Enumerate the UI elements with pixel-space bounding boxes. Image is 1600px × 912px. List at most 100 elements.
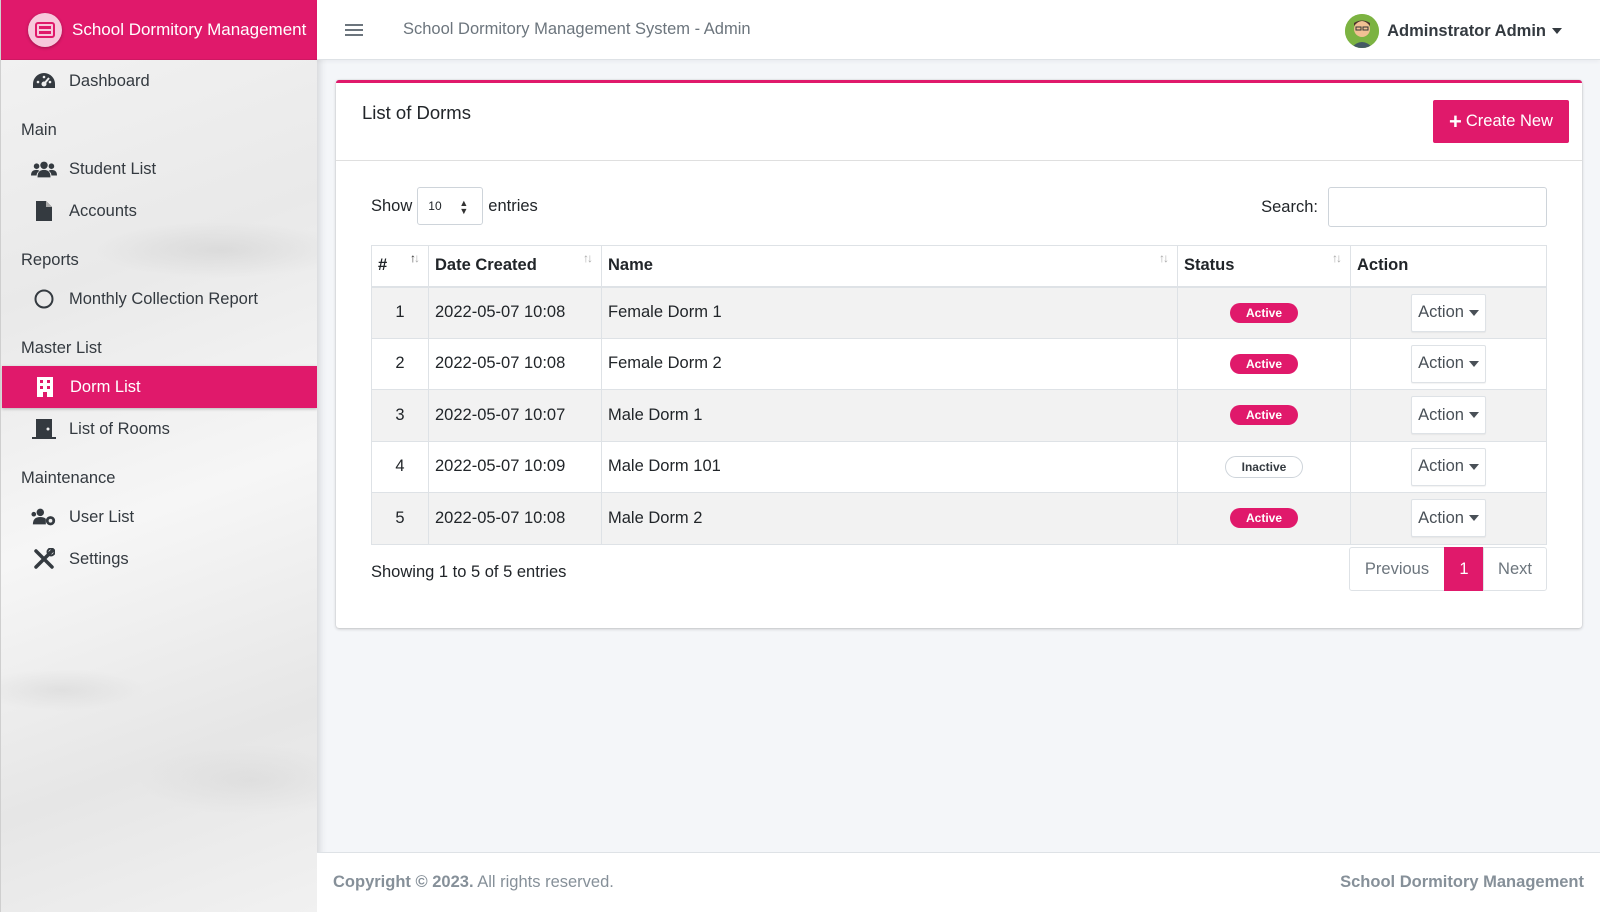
pagination: Previous 1 Next — [1349, 547, 1547, 591]
tools-icon — [31, 548, 57, 570]
cell-date: 2022-05-07 10:07 — [428, 389, 602, 442]
sidebar-nav: Dashboard Main Student List Accounts Rep… — [1, 60, 317, 580]
action-dropdown-button[interactable]: Action — [1411, 293, 1486, 332]
cell-number: 5 — [371, 492, 429, 545]
cell-date: 2022-05-07 10:08 — [428, 492, 602, 545]
user-menu[interactable]: Adminstrator Admin — [1345, 14, 1562, 48]
create-new-button[interactable]: + Create New — [1433, 100, 1569, 143]
plus-icon: + — [1449, 108, 1462, 134]
column-header-action: Action — [1350, 245, 1547, 288]
users-icon — [31, 158, 57, 180]
nav-section-master: Master List — [21, 339, 102, 357]
sort-icon: ↑↓ — [410, 251, 420, 265]
sidebar: School Dormitory Management Dashboard Ma… — [0, 0, 317, 912]
nav-section-reports: Reports — [21, 251, 79, 269]
page-title: School Dormitory Management System - Adm… — [403, 20, 751, 38]
sidebar-item-label: Student List — [69, 159, 157, 178]
sidebar-item-user-list[interactable]: User List — [1, 496, 317, 538]
users-cog-icon — [31, 506, 57, 528]
table-row: 3 2022-05-07 10:07 Male Dorm 1 Active Ac… — [371, 389, 1547, 442]
status-badge: Active — [1229, 302, 1299, 323]
sort-icon: ↑↓ — [1332, 251, 1342, 265]
brand-link[interactable]: School Dormitory Management — [1, 0, 317, 60]
table-row: 1 2022-05-07 10:08 Female Dorm 1 Active … — [371, 286, 1547, 339]
pagination-next[interactable]: Next — [1483, 547, 1547, 591]
sidebar-item-dorm-list[interactable]: Dorm List — [2, 366, 317, 408]
user-name: Adminstrator Admin — [1387, 21, 1546, 40]
sort-arrows-icon: ▲ ▼ — [459, 198, 469, 216]
brand-title: School Dormitory Management — [72, 19, 307, 39]
pagination-previous[interactable]: Previous — [1349, 547, 1445, 591]
sidebar-item-student-list[interactable]: Student List — [1, 148, 317, 190]
sidebar-item-label: Dashboard — [69, 71, 150, 90]
nav-section-main: Main — [21, 121, 57, 139]
sidebar-item-label: Dorm List — [70, 377, 141, 396]
sidebar-item-label: Settings — [69, 549, 129, 568]
column-header-date-created[interactable]: Date Created ↑↓ — [428, 245, 602, 288]
avatar — [1345, 14, 1380, 48]
cell-action: Action — [1350, 389, 1547, 442]
action-dropdown-button[interactable]: Action — [1411, 396, 1486, 435]
chevron-down-icon — [1468, 412, 1479, 419]
dormitory-logo-icon — [28, 12, 62, 47]
sidebar-item-dashboard[interactable]: Dashboard — [1, 60, 317, 102]
chevron-down-icon — [1468, 515, 1479, 522]
cell-name: Male Dorm 101 — [601, 440, 1178, 493]
cell-status: Inactive — [1177, 440, 1351, 493]
column-header-status[interactable]: Status ↑↓ — [1177, 245, 1351, 288]
cell-number: 3 — [371, 389, 429, 442]
column-header-name[interactable]: Name ↑↓ — [601, 245, 1178, 288]
action-dropdown-button[interactable]: Action — [1411, 447, 1486, 486]
sidebar-item-monthly-report[interactable]: Monthly Collection Report — [1, 278, 317, 320]
sidebar-item-list-of-rooms[interactable]: List of Rooms — [1, 408, 317, 450]
column-header-number[interactable]: # ↑↓ — [371, 245, 429, 288]
sort-icon: ↑↓ — [1159, 251, 1169, 265]
entries-label: entries — [488, 196, 538, 215]
sidebar-item-label: Accounts — [69, 201, 137, 220]
cell-date: 2022-05-07 10:09 — [428, 440, 602, 493]
dorm-table: # ↑↓ Date Created ↑↓ Name ↑↓ Status ↑↓ Actio… — [371, 245, 1547, 545]
card-title: List of Dorms — [362, 102, 471, 123]
cell-status: Active — [1177, 492, 1351, 545]
sidebar-item-accounts[interactable]: Accounts — [1, 190, 317, 232]
status-badge: Active — [1229, 405, 1299, 426]
action-dropdown-button[interactable]: Action — [1411, 499, 1486, 538]
cell-name: Female Dorm 2 — [601, 337, 1178, 390]
sidebar-item-settings[interactable]: Settings — [1, 538, 317, 580]
status-badge: Active — [1229, 353, 1299, 374]
door-closed-icon — [31, 418, 57, 440]
cell-name: Male Dorm 1 — [601, 389, 1178, 442]
card-header: List of Dorms + Create New — [336, 83, 1582, 161]
table-header-row: # ↑↓ Date Created ↑↓ Name ↑↓ Status ↑↓ Actio… — [371, 245, 1547, 288]
cell-number: 4 — [371, 440, 429, 493]
cell-number: 2 — [371, 337, 429, 390]
cell-name: Female Dorm 1 — [601, 286, 1178, 339]
search-control: Search: — [1261, 187, 1547, 227]
pagination-page-current[interactable]: 1 — [1444, 547, 1484, 591]
action-dropdown-button[interactable]: Action — [1411, 344, 1486, 383]
chevron-down-icon — [1468, 463, 1479, 470]
table-row: 2 2022-05-07 10:08 Female Dorm 2 Active … — [371, 337, 1547, 390]
sidebar-item-label: List of Rooms — [69, 419, 170, 438]
cell-action: Action — [1350, 337, 1547, 390]
page-size-select[interactable]: 10 ▲ ▼ — [417, 187, 484, 225]
topbar: School Dormitory Management System - Adm… — [317, 0, 1600, 60]
status-badge: Active — [1229, 508, 1299, 529]
footer-copyright: Copyright © 2023. All rights reserved. — [333, 873, 614, 891]
cell-action: Action — [1350, 492, 1547, 545]
cell-date: 2022-05-07 10:08 — [428, 286, 602, 339]
cell-status: Active — [1177, 337, 1351, 390]
cell-action: Action — [1350, 286, 1547, 339]
table-row: 4 2022-05-07 10:09 Male Dorm 101 Inactiv… — [371, 440, 1547, 493]
cell-action: Action — [1350, 440, 1547, 493]
hamburger-icon[interactable] — [345, 21, 363, 39]
cell-number: 1 — [371, 286, 429, 339]
cell-name: Male Dorm 2 — [601, 492, 1178, 545]
search-input[interactable] — [1328, 187, 1547, 227]
table-row: 5 2022-05-07 10:08 Male Dorm 2 Active Ac… — [371, 492, 1547, 545]
show-label: Show — [371, 196, 413, 215]
sort-icon: ↑↓ — [583, 251, 593, 265]
cell-status: Active — [1177, 286, 1351, 339]
cell-date: 2022-05-07 10:08 — [428, 337, 602, 390]
footer: Copyright © 2023. All rights reserved. S… — [317, 852, 1600, 912]
